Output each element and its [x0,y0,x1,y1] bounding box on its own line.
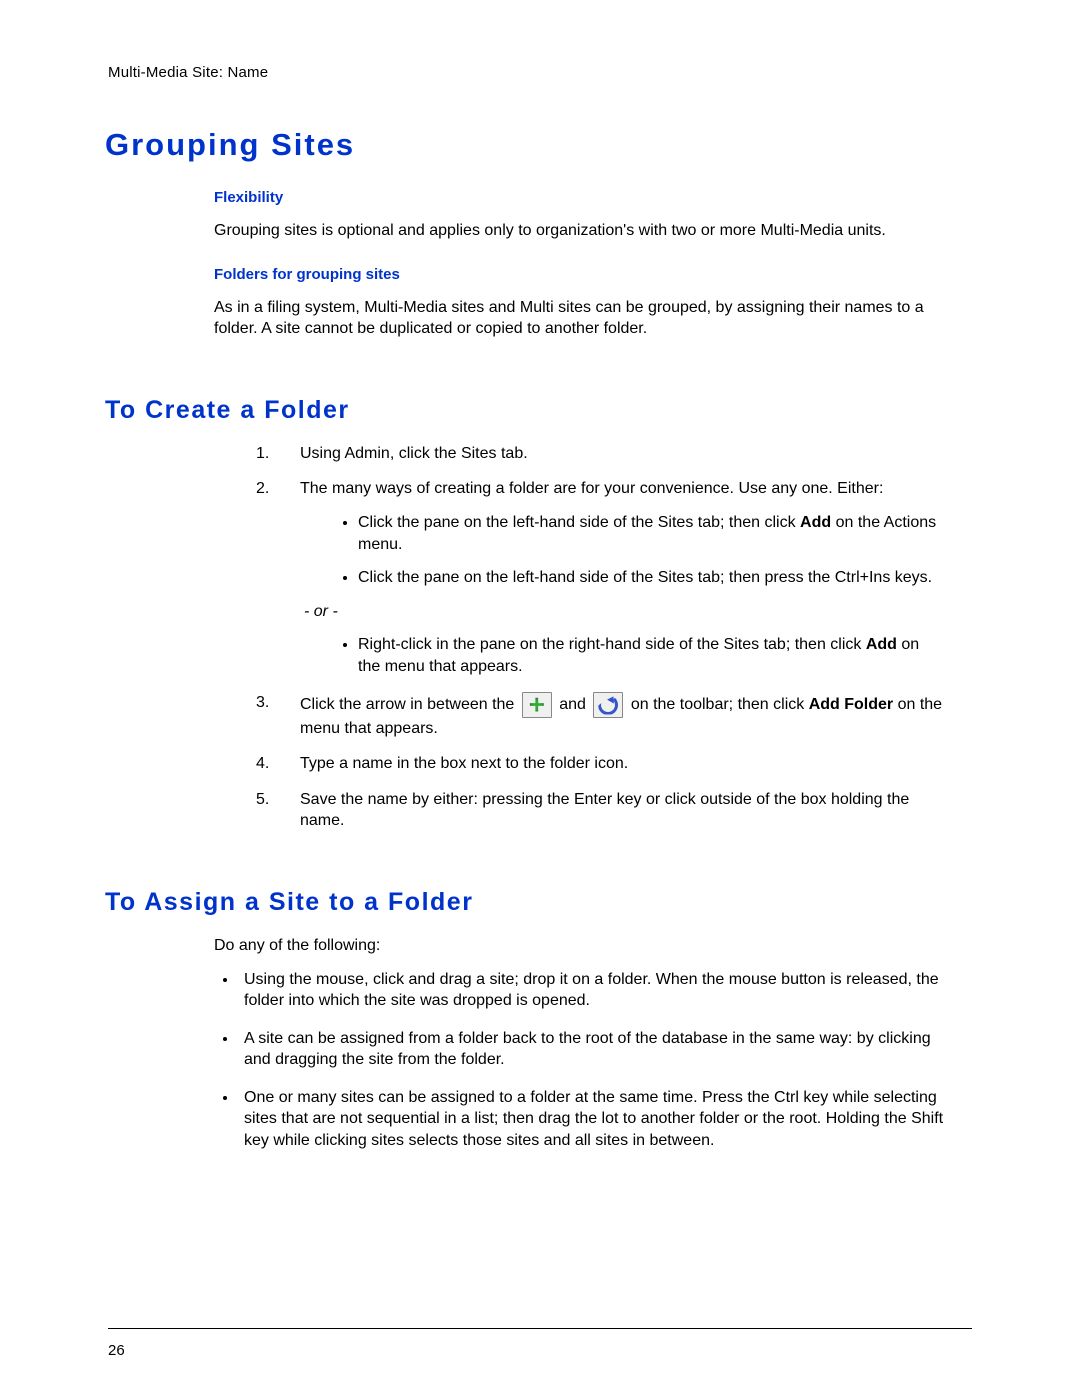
assign-intro: Do any of the following: [214,935,952,957]
step-1: 1. Using Admin, click the Sites tab. [256,443,952,465]
subtitle-flexibility: Flexibility [214,189,972,206]
step-1-text: Using Admin, click the Sites tab. [300,445,528,462]
para-flexibility: Grouping sites is optional and applies o… [214,220,952,242]
refresh-icon [593,692,623,718]
step-4-text: Type a name in the box next to the folde… [300,755,628,772]
heading-grouping-sites: Grouping Sites [105,127,972,163]
assign-bullets-list: Using the mouse, click and drag a site; … [238,969,952,1152]
assign-bullet-2: A site can be assigned from a folder bac… [238,1028,952,1071]
footer-divider [108,1328,972,1329]
step-2-bullet-2: Click the pane on the left-hand side of … [358,567,952,589]
assign-bullet-3: One or many sites can be assigned to a f… [238,1087,952,1152]
step-2: 2. The many ways of creating a folder ar… [256,478,952,677]
step-2-sublist: Click the pane on the left-hand side of … [358,512,952,589]
step-3: 3. Click the arrow in between the and on… [256,692,952,740]
breadcrumb: Multi-Media Site: Name [108,64,972,81]
plus-icon [522,692,552,718]
heading-create-folder: To Create a Folder [105,396,972,425]
step-2-sublist-2: Right-click in the pane on the right-han… [358,634,952,677]
step-2-bullet-3: Right-click in the pane on the right-han… [358,634,952,677]
step-4: 4. Type a name in the box next to the fo… [256,753,952,775]
para-folders: As in a filing system, Multi-Media sites… [214,297,952,340]
step-5: 5. Save the name by either: pressing the… [256,789,952,832]
subtitle-folders: Folders for grouping sites [214,266,972,283]
or-divider: - or - [304,601,952,623]
heading-assign-site: To Assign a Site to a Folder [105,888,972,917]
create-steps-list: 1. Using Admin, click the Sites tab. 2. … [256,443,952,832]
step-2-text: The many ways of creating a folder are f… [300,480,883,497]
step-5-text: Save the name by either: pressing the En… [300,791,909,830]
assign-bullet-1: Using the mouse, click and drag a site; … [238,969,952,1012]
page-number: 26 [108,1342,125,1359]
step-2-bullet-1: Click the pane on the left-hand side of … [358,512,952,555]
